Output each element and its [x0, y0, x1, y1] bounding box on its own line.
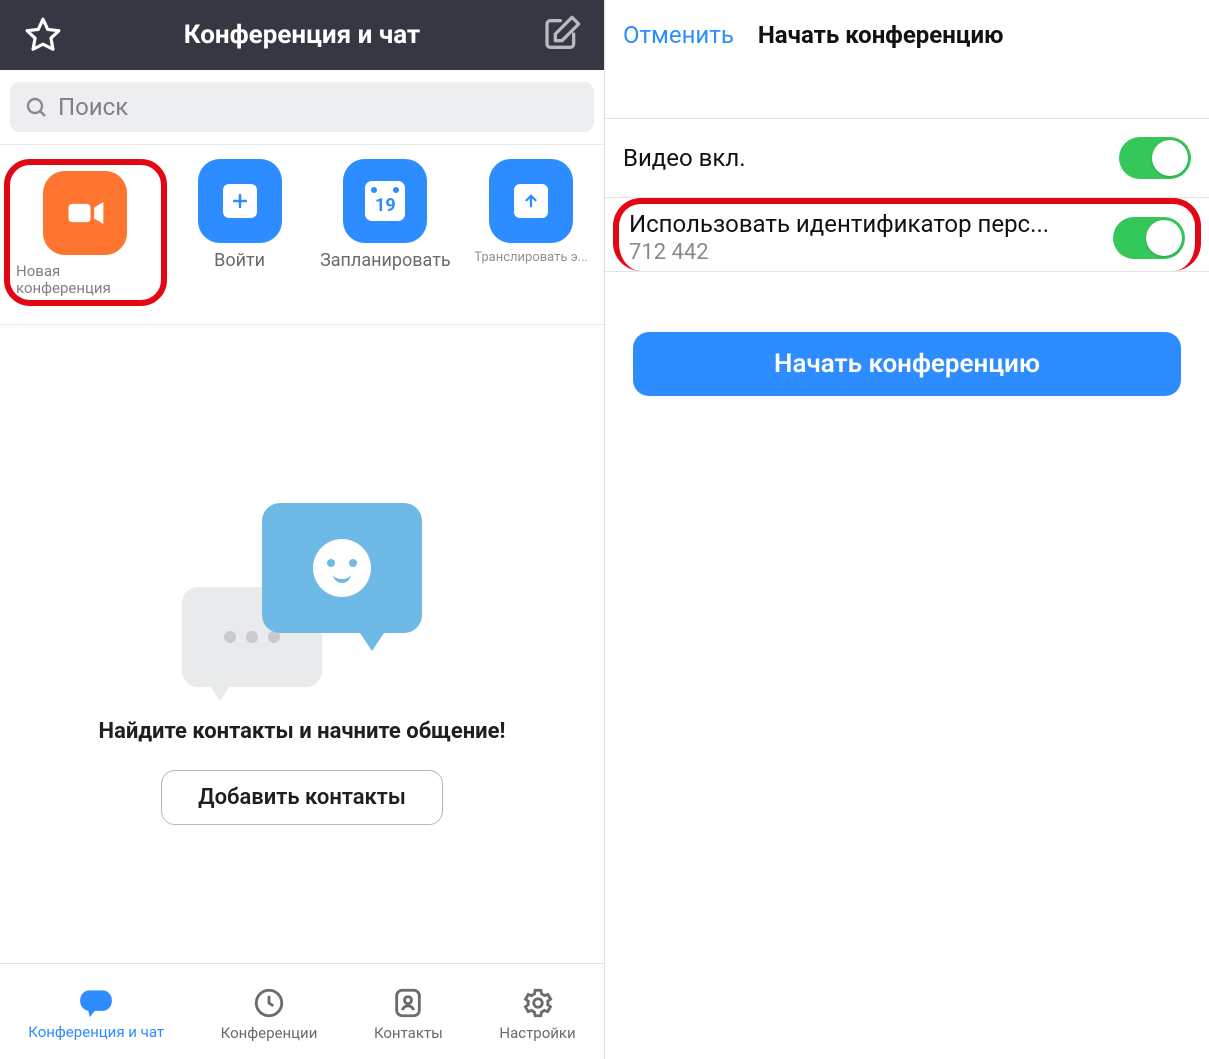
quick-actions: Новая конференция Войти 19 Запланировать — [0, 144, 604, 325]
schedule-button[interactable]: 19 Запланировать — [312, 159, 458, 306]
new-meeting-highlight: Новая конференция — [4, 159, 167, 306]
use-pmi-label: Использовать идентификатор перс... — [629, 210, 1103, 238]
start-button-wrap: Начать конференцию — [605, 272, 1209, 456]
tab-chat-label: Конференция и чат — [28, 1023, 164, 1041]
chat-bubble-icon — [77, 987, 115, 1019]
tab-settings[interactable]: Настройки — [499, 986, 575, 1042]
search-input[interactable]: Поиск — [10, 82, 594, 132]
tab-meetings-label: Конференции — [221, 1024, 318, 1042]
share-label: Транслировать э... — [474, 251, 588, 266]
tab-chat[interactable]: Конференция и чат — [28, 987, 164, 1041]
pmi-value: 712 442 — [629, 240, 1103, 265]
person-icon — [391, 986, 425, 1020]
header-left: Конференция и чат — [0, 0, 604, 70]
bottom-tabbar: Конференция и чат Конференции Контакты Н… — [0, 963, 604, 1059]
new-meeting-label: Новая конференция — [16, 263, 155, 298]
start-meeting-title: Начать конференцию — [758, 21, 1004, 49]
compose-icon[interactable] — [542, 14, 582, 58]
star-icon[interactable] — [24, 16, 62, 58]
search-wrap: Поиск — [0, 70, 604, 144]
video-on-row: Видео вкл. — [605, 119, 1209, 198]
add-contacts-button[interactable]: Добавить контакты — [161, 770, 443, 825]
chat-bubbles-illustration — [182, 503, 422, 693]
calendar-day: 19 — [375, 195, 396, 216]
video-on-toggle[interactable] — [1119, 137, 1191, 179]
cancel-button[interactable]: Отменить — [623, 21, 734, 49]
empty-state: Найдите контакты и начните общение! Доба… — [0, 325, 604, 964]
video-camera-icon — [43, 171, 127, 255]
calendar-icon: 19 — [343, 159, 427, 243]
use-pmi-toggle[interactable] — [1113, 217, 1185, 259]
clock-icon — [252, 986, 286, 1020]
search-icon — [24, 95, 48, 119]
empty-prompt: Найдите контакты и начните общение! — [99, 719, 506, 744]
right-pane: Отменить Начать конференцию Видео вкл. И… — [605, 0, 1209, 1059]
join-button[interactable]: Войти — [167, 159, 313, 306]
share-screen-button[interactable]: Транслировать э... — [458, 159, 604, 306]
search-placeholder: Поиск — [58, 93, 128, 121]
meeting-options: Видео вкл. Использовать идентификатор пе… — [605, 118, 1209, 272]
gear-icon — [521, 986, 555, 1020]
tab-meetings[interactable]: Конференции — [221, 986, 318, 1042]
left-pane: Конференция и чат Поиск Новая конференци… — [0, 0, 605, 1059]
tab-contacts-label: Контакты — [374, 1024, 443, 1042]
start-meeting-button[interactable]: Начать конференцию — [633, 332, 1181, 396]
tab-settings-label: Настройки — [499, 1024, 575, 1042]
header-title: Конференция и чат — [184, 20, 420, 50]
video-on-label: Видео вкл. — [623, 144, 1109, 172]
schedule-label: Запланировать — [320, 251, 451, 272]
header-right: Отменить Начать конференцию — [605, 0, 1209, 70]
plus-icon — [198, 159, 282, 243]
use-pmi-row: Использовать идентификатор перс... 712 4… — [613, 198, 1201, 271]
upload-arrow-icon — [489, 159, 573, 243]
join-label: Войти — [214, 251, 265, 272]
new-meeting-button[interactable]: Новая конференция — [16, 171, 155, 298]
tab-contacts[interactable]: Контакты — [374, 986, 443, 1042]
